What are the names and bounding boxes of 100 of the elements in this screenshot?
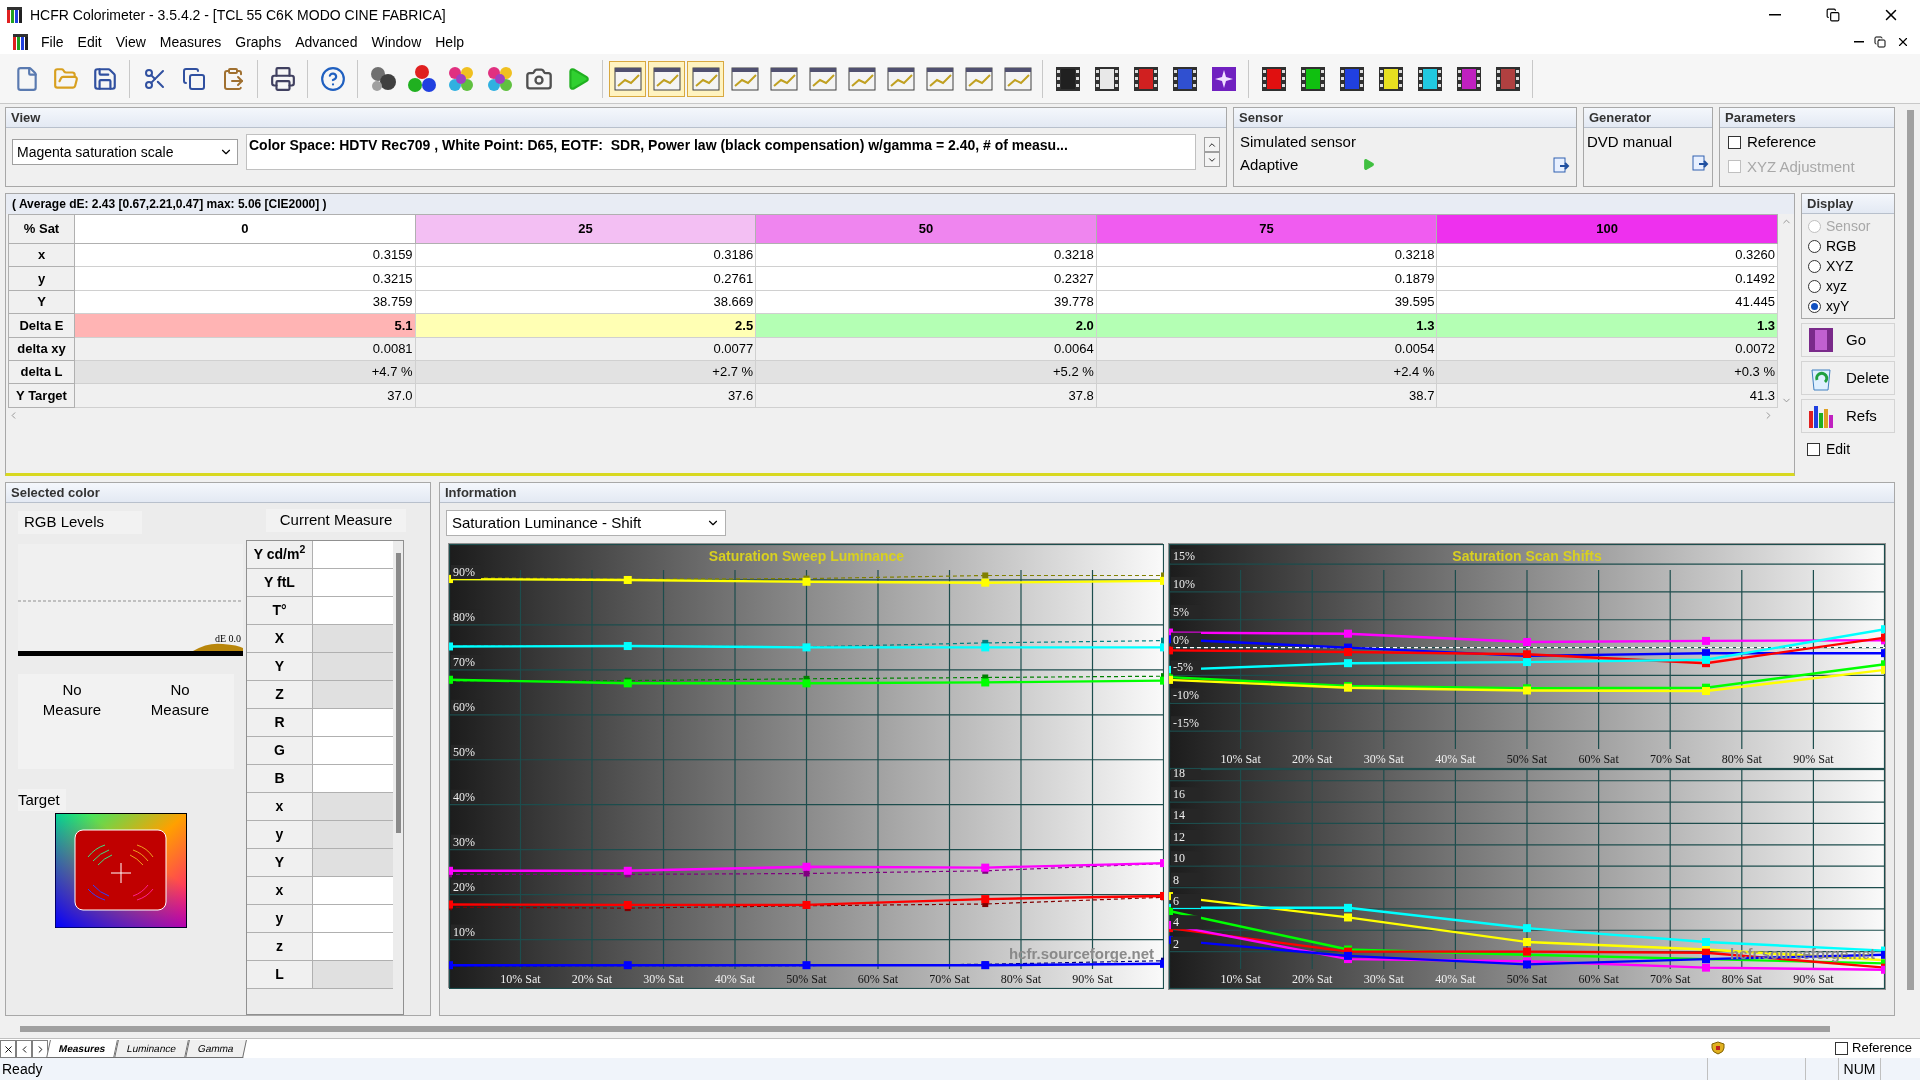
status-text: Ready [1, 1059, 43, 1079]
axis-label: 0% [1173, 632, 1189, 647]
axis-label: 30% Sat [1363, 972, 1404, 986]
document-tab[interactable]: Measures [46, 1040, 119, 1058]
panel-title: Selected color [6, 483, 430, 503]
table-cell: 5.1 [75, 314, 416, 338]
window-title: HCFR Colorimeter - 3.5.4.2 - [TCL 55 C6K MODO CINE FABRICA] [30, 5, 446, 25]
table-cell: 39.595 [1096, 290, 1438, 315]
menu-item[interactable]: Advanced [288, 31, 365, 53]
axis-label: 50% Sat [1506, 972, 1548, 986]
document-tab[interactable]: Gamma [185, 1040, 247, 1058]
table-cell: 38.759 [75, 290, 416, 315]
scale-dropdown[interactable]: Magenta saturation scale [12, 139, 238, 165]
table-cell: 1.3 [1096, 314, 1438, 338]
go-button[interactable]: Go [1801, 323, 1895, 357]
axis-label: 16 [1173, 787, 1185, 802]
measure-row-label: B [247, 764, 313, 793]
table-cell: 38.669 [415, 290, 757, 315]
table-cell: +2.4 % [1096, 360, 1438, 385]
document-tab[interactable]: Luminance [114, 1040, 189, 1058]
table-cell: 41.3 [1437, 384, 1778, 408]
axis-label: 15% [1173, 549, 1195, 564]
radio-option[interactable]: xyY [1808, 296, 1888, 316]
table-cell: 0.3260 [1437, 244, 1778, 268]
menu-item[interactable]: View [108, 31, 153, 53]
axis-label: 50% Sat [786, 972, 827, 986]
table-cell: 37.8 [756, 384, 1097, 408]
axis-label: -10% [1173, 688, 1199, 703]
axis-label: 70% Sat [1650, 972, 1691, 986]
measure-row-label: Y [247, 652, 313, 681]
delta-e-label: dE 0.0 [214, 631, 241, 646]
table-cell: 0.3186 [415, 244, 757, 268]
row-header: y [9, 267, 75, 291]
refs-button[interactable]: Refs [1801, 399, 1895, 433]
row-header: delta xy [9, 337, 75, 361]
measure-row-label: x [247, 876, 313, 905]
axis-label: 20% [453, 879, 475, 894]
axis-label: 20% Sat [1292, 752, 1333, 766]
table-cell: 41.445 [1437, 290, 1778, 315]
axis-label: 80% Sat [1721, 972, 1762, 986]
reference-label: Reference [1852, 1039, 1912, 1058]
table-cell: 0.3215 [75, 267, 416, 291]
axis-label: 40% Sat [1435, 752, 1476, 766]
menu-item[interactable]: Graphs [228, 31, 289, 53]
measure-row-label: G [247, 736, 313, 765]
table-cell: 2.0 [756, 314, 1097, 338]
radio-option[interactable]: RGB [1808, 236, 1888, 256]
table-cell: 37.0 [75, 384, 416, 408]
table-cell: 0.3218 [756, 244, 1097, 268]
radio-option[interactable]: xyz [1808, 276, 1888, 296]
panel-title: View [6, 108, 1226, 128]
table-cell: 0.1879 [1096, 267, 1438, 291]
delete-button[interactable]: Delete [1801, 361, 1895, 395]
table-cell: 0.0081 [75, 337, 416, 361]
rgb-levels-label: RGB Levels [18, 511, 142, 534]
row-header: Y Target [9, 384, 75, 408]
table-cell: 0.3159 [75, 244, 416, 268]
column-header[interactable]: 75 [1096, 215, 1438, 244]
radio-option[interactable]: XYZ [1808, 256, 1888, 276]
axis-label: 60% Sat [857, 972, 899, 986]
menu-item[interactable]: Measures [152, 31, 229, 53]
axis-label: 18 [1173, 769, 1185, 780]
menu-item[interactable]: Help [428, 31, 472, 53]
sensor-mode: Adaptive [1240, 154, 1300, 175]
column-header[interactable]: 100 [1437, 215, 1778, 244]
axis-label: 4 [1173, 915, 1179, 930]
sensor-name: Simulated sensor [1240, 132, 1357, 152]
table-cell: +5.2 % [756, 360, 1097, 385]
axis-label: 60% Sat [1578, 972, 1619, 986]
menu-item[interactable]: File [34, 31, 71, 53]
axis-label: 50% [453, 744, 475, 759]
table-cell: 39.778 [756, 290, 1097, 315]
axis-label: 80% Sat [1721, 752, 1762, 766]
menu-item[interactable]: Window [364, 31, 429, 53]
measure-row-label: T° [247, 596, 313, 625]
menu-item[interactable]: Edit [70, 31, 109, 53]
measure-row-label: z [247, 932, 313, 961]
table-cell: 1.3 [1437, 314, 1778, 338]
graph-mode-dropdown[interactable]: Saturation Luminance - Shift [446, 510, 726, 536]
table-cell: 0.3218 [1096, 244, 1438, 268]
table-cell: 0.2761 [415, 267, 757, 291]
axis-label: 30% Sat [1363, 752, 1404, 766]
axis-label: 30% [453, 834, 475, 849]
table-cell: 0.1492 [1437, 267, 1778, 291]
panel-title: Display [1802, 194, 1894, 214]
axis-label: -15% [1173, 716, 1199, 731]
axis-label: 40% [453, 789, 475, 804]
table-cell: 0.0054 [1096, 337, 1438, 361]
summary-text: ( Average dE: 2.43 [0.67,2.21,0.47] max: 5.06 [CIE2000] ) [6, 194, 1794, 214]
column-header[interactable]: 25 [415, 215, 757, 244]
target-label: Target [18, 788, 66, 811]
axis-label: 10% Sat [1220, 972, 1261, 986]
measure-row-label: Y [247, 848, 313, 877]
column-header[interactable]: 50 [756, 215, 1097, 244]
generator-name: DVD manual [1587, 132, 1674, 152]
table-cell: 38.7 [1096, 384, 1438, 408]
info-field[interactable]: Color Space: HDTV Rec709 , White Point: D65, EOTF: SDR, Power law (black compensation) w/gamma = 2.40, # of measu... [246, 134, 1196, 170]
row-header: Delta E [9, 314, 75, 338]
measure-row-label: x [247, 792, 313, 821]
column-header[interactable]: 0 [75, 215, 416, 244]
